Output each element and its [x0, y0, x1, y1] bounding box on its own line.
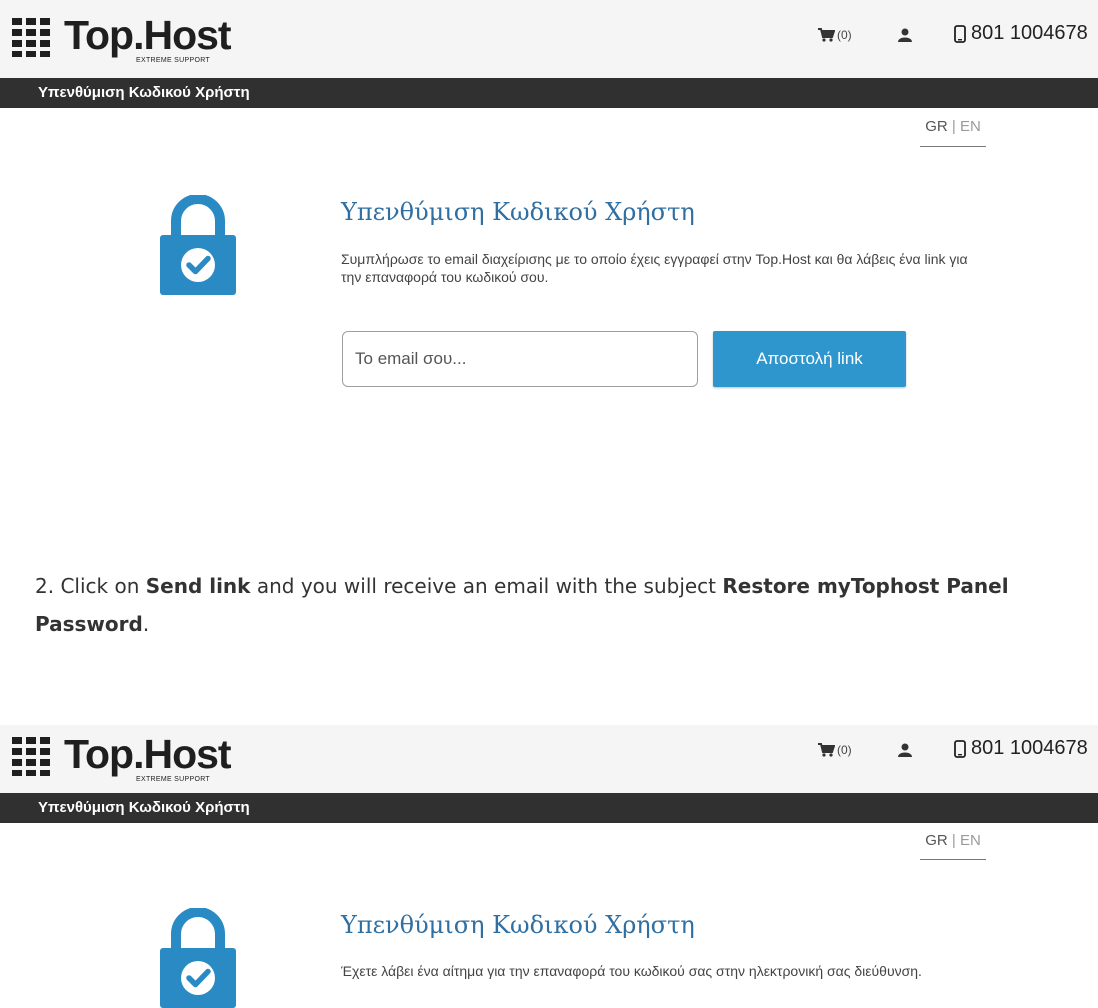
language-switcher: GR | EN: [920, 118, 986, 135]
cart-icon: [818, 28, 835, 42]
phone-contact[interactable]: 801 1004678: [954, 20, 1094, 48]
lock-check-icon: [160, 195, 236, 295]
cart-count: (0): [837, 743, 852, 757]
language-switcher: GR | EN: [920, 832, 986, 849]
phone-contact[interactable]: 801 1004678: [954, 735, 1094, 763]
screenshot-password-reminder-form: Top.Host EXTREME SUPPORT (0) 801 1004678: [0, 0, 1098, 410]
lang-en-link[interactable]: EN: [960, 832, 981, 849]
step-prefix: 2. Click on: [35, 574, 146, 598]
lock-check-icon: [160, 908, 236, 1008]
page-titlebar: Υπενθύμιση Κωδικού Χρήστη: [0, 78, 1098, 108]
logo-name: Top.Host: [64, 12, 232, 58]
page-description: Συμπλήρωσε το email διαχείρισης με το οπ…: [341, 251, 968, 285]
lang-separator: |: [951, 118, 956, 135]
send-link-button[interactable]: Αποστολή link: [713, 331, 906, 387]
logo-tagline: EXTREME SUPPORT: [136, 776, 210, 783]
account-button[interactable]: [898, 20, 912, 48]
cart-icon: [818, 743, 835, 757]
account-button[interactable]: [898, 735, 912, 763]
lang-gr-link[interactable]: GR: [925, 832, 948, 849]
lang-en-link[interactable]: EN: [960, 118, 981, 135]
phone-number: 801 1004678: [971, 22, 1088, 44]
page-title: Υπενθύμιση Κωδικού Χρήστη: [341, 198, 695, 226]
page-titlebar: Υπενθύμιση Κωδικού Χρήστη: [0, 793, 1098, 823]
lang-underline: [920, 859, 986, 860]
titlebar-text: Υπενθύμιση Κωδικού Χρήστη: [38, 84, 250, 101]
lang-gr-link[interactable]: GR: [925, 118, 948, 135]
titlebar-text: Υπενθύμιση Κωδικού Χρήστη: [38, 799, 250, 816]
instruction-step-2: 2. Click on Send link and you will recei…: [35, 567, 1085, 643]
step-middle: and you will receive an email with the s…: [250, 574, 723, 598]
page-title: Υπενθύμιση Κωδικού Χρήστη: [341, 911, 695, 939]
step-suffix: .: [142, 612, 150, 636]
user-icon: [898, 743, 912, 757]
email-input[interactable]: [342, 331, 698, 387]
site-header: Top.Host EXTREME SUPPORT (0) 801 1004678: [0, 0, 1098, 78]
lang-separator: |: [951, 832, 956, 849]
logo-grid-icon: [12, 18, 56, 58]
screenshot-password-reminder-confirmation: Top.Host EXTREME SUPPORT (0) 801 1004678: [0, 725, 1098, 1008]
step-link-label: Send link: [145, 574, 251, 598]
logo-grid-icon: [12, 737, 56, 777]
logo-tagline: EXTREME SUPPORT: [136, 57, 210, 64]
cart-count: (0): [837, 28, 852, 42]
phone-icon: [954, 25, 966, 43]
cart-button[interactable]: (0): [818, 20, 878, 48]
tophost-logo[interactable]: Top.Host EXTREME SUPPORT: [12, 12, 242, 74]
page-description: Έχετε λάβει ένα αίτημα για την επαναφορά…: [341, 963, 922, 979]
tophost-logo[interactable]: Top.Host EXTREME SUPPORT: [12, 731, 242, 793]
logo-name: Top.Host: [64, 731, 232, 777]
user-icon: [898, 28, 912, 42]
site-header: Top.Host EXTREME SUPPORT (0) 801 1004678: [0, 725, 1098, 793]
phone-icon: [954, 740, 966, 758]
phone-number: 801 1004678: [971, 737, 1088, 759]
lang-underline: [920, 146, 986, 147]
cart-button[interactable]: (0): [818, 735, 878, 763]
